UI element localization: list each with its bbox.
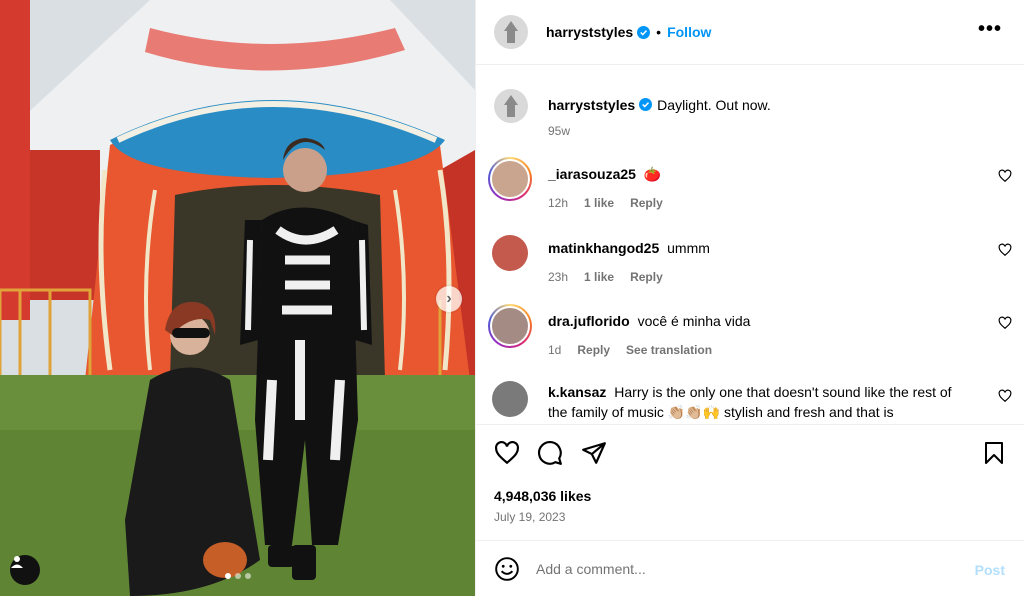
comment-item: dra.juflorido você é minha vida 1d Reply…	[488, 304, 1012, 357]
author-username[interactable]: harryststyles	[546, 24, 633, 40]
comment-item: matinkhangod25 ummm 23h 1 like Reply	[488, 231, 1012, 284]
chevron-right-icon: ›	[446, 290, 452, 307]
comment-likes[interactable]: 1 like	[584, 196, 614, 210]
reply-button[interactable]: Reply	[577, 343, 610, 357]
comment-time: 12h	[548, 196, 569, 210]
comment-time: 1d	[548, 343, 562, 357]
comment-composer: Post	[476, 540, 1024, 596]
carousel-dot	[234, 573, 241, 579]
caption-time: 95w	[548, 124, 571, 138]
post-caption: harryststyles Daylight. Out now. 95w	[494, 89, 771, 138]
comment-icon[interactable]	[537, 440, 563, 466]
photo-illustration	[0, 0, 475, 596]
post-date: July 19, 2023	[494, 510, 566, 524]
comment-text: você é minha vida	[637, 313, 751, 329]
comment-item: _iarasouza25 🍅 12h 1 like Reply	[488, 157, 1012, 210]
comment-input[interactable]	[536, 560, 956, 577]
next-photo-button[interactable]: ›	[436, 286, 462, 312]
bookmark-icon[interactable]	[982, 440, 1006, 466]
verified-icon	[637, 25, 651, 39]
caption-text: Daylight. Out now.	[657, 97, 771, 113]
reply-button[interactable]: Reply	[630, 196, 663, 210]
see-translation-button[interactable]: See translation	[626, 343, 712, 357]
comment-time: 23h	[548, 270, 569, 284]
comment-item: k.kansaz Harry is the only one that does…	[488, 377, 1012, 422]
carousel-dot	[244, 573, 251, 579]
more-icon[interactable]: •••	[978, 19, 1002, 39]
comment-username[interactable]: dra.juflorido	[548, 313, 630, 329]
post-photo[interactable]: ›	[0, 0, 475, 596]
carousel-indicator	[0, 573, 475, 579]
commenter-avatar[interactable]	[488, 157, 532, 201]
comment-text: ummm	[667, 240, 710, 256]
comment-like-icon[interactable]	[998, 316, 1012, 330]
reply-button[interactable]: Reply	[630, 270, 663, 284]
action-bar	[494, 440, 1009, 468]
comment-username[interactable]: matinkhangod25	[548, 240, 659, 256]
caption-username[interactable]: harryststyles	[548, 97, 635, 113]
emoji-icon[interactable]	[494, 556, 520, 582]
comment-like-icon[interactable]	[998, 169, 1012, 183]
verified-icon	[639, 98, 653, 111]
comment-username[interactable]: k.kansaz	[548, 384, 606, 400]
commenter-avatar[interactable]	[492, 235, 528, 271]
share-icon[interactable]	[581, 440, 607, 466]
divider	[476, 424, 1024, 425]
carousel-dot-active	[224, 573, 231, 579]
comment-like-icon[interactable]	[998, 243, 1012, 257]
avatar-image	[504, 95, 518, 117]
user-tag-button[interactable]	[10, 555, 40, 585]
commenter-avatar[interactable]	[492, 381, 528, 417]
post-panel: harryststyles • Follow ••• harryststyles…	[475, 0, 1024, 596]
comment-likes[interactable]: 1 like	[584, 270, 614, 284]
like-count[interactable]: 4,948,036 likes	[494, 488, 591, 504]
user-tag-icon	[11, 556, 23, 568]
heart-icon[interactable]	[494, 440, 520, 466]
comment-username[interactable]: _iarasouza25	[548, 166, 636, 182]
comment-text: Harry is the only one that doesn't sound…	[548, 384, 952, 420]
header-separator: •	[656, 24, 662, 40]
post-button[interactable]: Post	[975, 562, 1005, 578]
follow-button[interactable]: Follow	[667, 24, 711, 40]
post-header: harryststyles • Follow •••	[476, 0, 1024, 65]
comment-text: 🍅	[643, 166, 662, 182]
comment-like-icon[interactable]	[998, 389, 1012, 403]
caption-author-avatar[interactable]	[494, 89, 528, 123]
comments-list[interactable]: harryststyles Daylight. Out now. 95w _iar…	[476, 66, 1024, 424]
author-avatar[interactable]	[494, 15, 528, 49]
commenter-avatar[interactable]	[488, 304, 532, 348]
avatar-image	[504, 21, 518, 43]
